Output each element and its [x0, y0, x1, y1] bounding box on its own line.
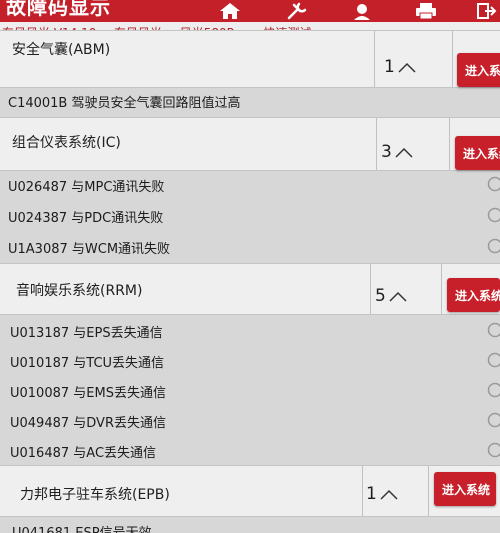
fault-code-text: C14001B 驾驶员安全气囊回路阻值过高	[8, 96, 241, 111]
search-icon[interactable]	[486, 175, 500, 193]
diagnose-button[interactable]	[282, 0, 310, 22]
search-icon[interactable]	[486, 237, 500, 255]
support-agent-icon	[354, 4, 370, 20]
search-icon[interactable]	[486, 381, 500, 399]
fault-row[interactable]: C14001B 驾驶员安全气囊回路阻值过高	[0, 86, 500, 116]
enter-system-button[interactable]: 进入系统	[455, 136, 500, 170]
fault-code-text: U041681 ESP信号无效	[12, 522, 152, 533]
enter-system-button[interactable]: 进入系统	[447, 278, 500, 312]
home-icon	[220, 3, 240, 19]
window-title: 故障码显示	[6, 0, 111, 19]
system-row-ic: 组合仪表系统(IC) 3 进入系统	[0, 117, 500, 171]
fault-row[interactable]: U049487 与DVR丢失通信	[0, 406, 500, 436]
chevron-up-icon	[398, 62, 416, 73]
fault-code-text: U016487 与AC丢失通信	[10, 446, 157, 461]
fault-row[interactable]: U041681 ESP信号无效	[0, 518, 500, 533]
fault-count[interactable]: 5	[375, 286, 408, 306]
exit-button[interactable]	[472, 0, 500, 22]
fault-code-text: U026487 与MPC通讯失败	[8, 180, 165, 195]
fault-code-text: U010087 与EMS丢失通信	[10, 386, 166, 401]
enter-system-button[interactable]: 进入系统	[457, 53, 500, 87]
fault-row[interactable]: U010187 与TCU丢失通信	[0, 346, 500, 376]
fault-code-text: U049487 与DVR丢失通信	[10, 416, 166, 431]
search-icon[interactable]	[486, 206, 500, 224]
chevron-up-icon	[395, 147, 413, 158]
system-name: 安全气囊(ABM)	[12, 42, 111, 58]
diagnose-tool-icon	[287, 2, 307, 20]
title-bar: 故障码显示	[0, 0, 500, 22]
system-name: 音响娱乐系统(RRM)	[16, 283, 143, 299]
fault-count[interactable]: 3	[381, 142, 414, 162]
fault-row[interactable]: U024387 与PDC通讯失败	[0, 201, 500, 231]
print-button[interactable]	[412, 0, 440, 22]
fault-code-text: U013187 与EPS丢失通信	[10, 326, 163, 341]
fault-row[interactable]: U016487 与AC丢失通信	[0, 436, 500, 466]
system-name: 力邦电子驻车系统(EPB)	[20, 487, 170, 503]
printer-icon	[416, 3, 436, 20]
search-icon[interactable]	[486, 411, 500, 429]
fault-count[interactable]: 1	[384, 57, 417, 77]
search-icon[interactable]	[486, 321, 500, 339]
fault-count[interactable]: 1	[366, 484, 399, 504]
chevron-up-icon	[389, 291, 407, 302]
home-button[interactable]	[216, 0, 244, 22]
fault-row[interactable]: U010087 与EMS丢失通信	[0, 376, 500, 406]
fault-row[interactable]: U1A3087 与WCM通讯失败	[0, 232, 500, 262]
system-name: 组合仪表系统(IC)	[12, 135, 121, 151]
fault-code-text: U010187 与TCU丢失通信	[10, 356, 165, 371]
system-row-epb: 力邦电子驻车系统(EPB) 1 进入系统	[0, 465, 500, 517]
system-row-abm: 安全气囊(ABM) 1 进入系统	[0, 30, 500, 88]
fault-code-text: U024387 与PDC通讯失败	[8, 211, 164, 226]
search-icon[interactable]	[486, 351, 500, 369]
chevron-up-icon	[380, 489, 398, 500]
fault-code-text: U1A3087 与WCM通讯失败	[8, 242, 171, 257]
system-row-rrm: 音响娱乐系统(RRM) 5 进入系统	[0, 263, 500, 315]
support-button[interactable]	[348, 0, 376, 22]
exit-icon	[477, 3, 497, 19]
fault-row[interactable]: U026487 与MPC通讯失败	[0, 170, 500, 200]
fault-row[interactable]: U013187 与EPS丢失通信	[0, 316, 500, 346]
search-icon[interactable]	[486, 441, 500, 459]
enter-system-button[interactable]: 进入系统	[434, 472, 496, 506]
